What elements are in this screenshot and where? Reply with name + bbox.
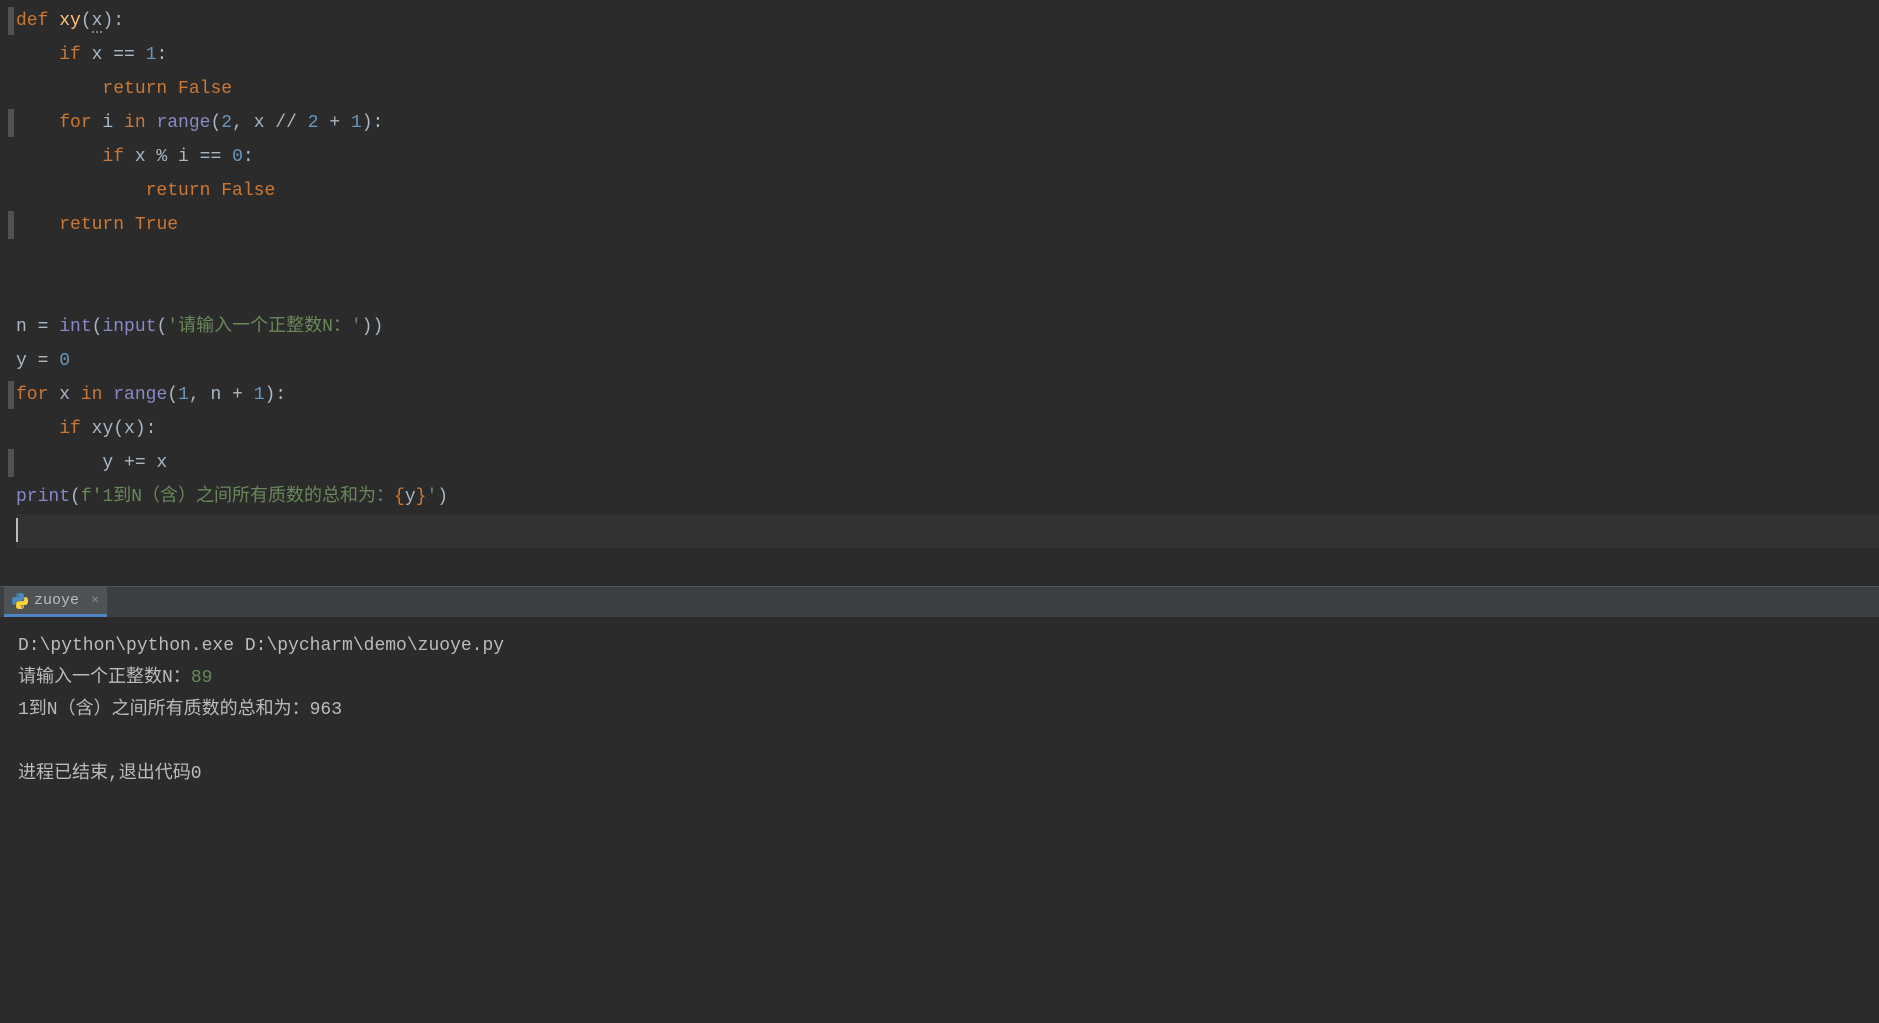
code-line-16[interactable] — [16, 514, 1879, 548]
console-line-2: 请输入一个正整数N：89 — [18, 662, 1861, 694]
run-panel-tabs: zuoye × — [0, 586, 1879, 618]
code-line-10[interactable]: n = int(input('请输入一个正整数N：')) — [16, 310, 1879, 344]
code-line-14[interactable]: y += x — [16, 446, 1879, 480]
cursor-icon — [16, 518, 18, 542]
tab-label: zuoye — [34, 592, 79, 609]
code-line-7[interactable]: return True — [16, 208, 1879, 242]
code-line-9[interactable] — [16, 276, 1879, 310]
run-console[interactable]: D:\python\python.exe D:\pycharm\demo\zuo… — [0, 618, 1879, 802]
console-line-4 — [18, 726, 1861, 758]
console-line-1: D:\python\python.exe D:\pycharm\demo\zuo… — [18, 630, 1861, 662]
tab-zuoye[interactable]: zuoye × — [4, 587, 107, 617]
code-line-2[interactable]: if x == 1: — [16, 38, 1879, 72]
console-line-3: 1到N（含）之间所有质数的总和为：963 — [18, 694, 1861, 726]
python-icon — [12, 593, 28, 609]
code-line-1[interactable]: def xy(x): — [16, 4, 1879, 38]
code-line-8[interactable] — [16, 242, 1879, 276]
code-line-13[interactable]: if xy(x): — [16, 412, 1879, 446]
console-line-5: 进程已结束,退出代码0 — [18, 758, 1861, 790]
code-line-4[interactable]: for i in range(2, x // 2 + 1): — [16, 106, 1879, 140]
code-line-3[interactable]: return False — [16, 72, 1879, 106]
user-input: 89 — [191, 668, 213, 688]
code-line-11[interactable]: y = 0 — [16, 344, 1879, 378]
code-line-5[interactable]: if x % i == 0: — [16, 140, 1879, 174]
code-line-15[interactable]: print(f'1到N（含）之间所有质数的总和为：{y}') — [16, 480, 1879, 514]
code-line-6[interactable]: return False — [16, 174, 1879, 208]
close-icon[interactable]: × — [91, 593, 99, 609]
code-editor[interactable]: def xy(x): if x == 1: return False for i… — [0, 0, 1879, 586]
code-line-12[interactable]: for x in range(1, n + 1): — [16, 378, 1879, 412]
